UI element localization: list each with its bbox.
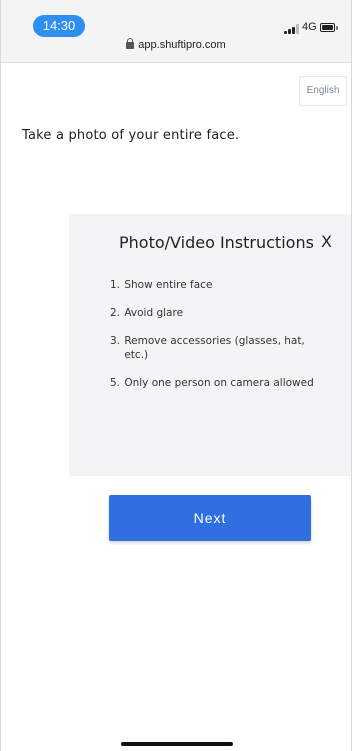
step-text: Show entire face bbox=[124, 279, 213, 291]
network-type: 4G bbox=[302, 21, 317, 33]
language-selector[interactable]: English bbox=[299, 76, 347, 106]
status-time: 14:30 bbox=[33, 15, 85, 37]
browser-chrome: 14:30 4G app.shuftipro.com bbox=[1, 0, 351, 63]
step-number: 5. bbox=[110, 377, 121, 389]
list-item: 1. Show entire face bbox=[110, 278, 315, 292]
signal-bars-icon bbox=[284, 24, 300, 34]
battery-tip bbox=[336, 26, 338, 30]
page-prompt: Take a photo of your entire face. bbox=[22, 128, 240, 143]
url-text: app.shuftipro.com bbox=[138, 39, 226, 51]
step-number: 2. bbox=[110, 307, 121, 319]
step-text: Remove accessories (glasses, hat, etc.) bbox=[124, 335, 305, 361]
list-item: 2. Avoid glare bbox=[110, 306, 315, 320]
step-text: Only one person on camera allowed bbox=[124, 377, 314, 389]
home-indicator bbox=[121, 742, 233, 746]
battery-icon bbox=[320, 23, 335, 32]
list-item: 5. Only one person on camera allowed bbox=[110, 376, 315, 390]
step-text: Avoid glare bbox=[124, 307, 184, 319]
step-number: 3. bbox=[110, 335, 121, 347]
next-button[interactable]: Next bbox=[109, 495, 311, 541]
lock-icon bbox=[126, 38, 135, 49]
panel-title: Photo/Video Instructions bbox=[119, 233, 314, 252]
list-item: 3. Remove accessories (glasses, hat, etc… bbox=[110, 334, 315, 362]
phone-screen: 14:30 4G app.shuftipro.com English Take … bbox=[0, 0, 352, 751]
url-bar[interactable]: app.shuftipro.com bbox=[1, 38, 351, 51]
step-number: 1. bbox=[110, 279, 121, 291]
instructions-panel: Photo/Video Instructions X 1. Show entir… bbox=[69, 214, 351, 476]
close-icon[interactable]: X bbox=[321, 232, 332, 251]
